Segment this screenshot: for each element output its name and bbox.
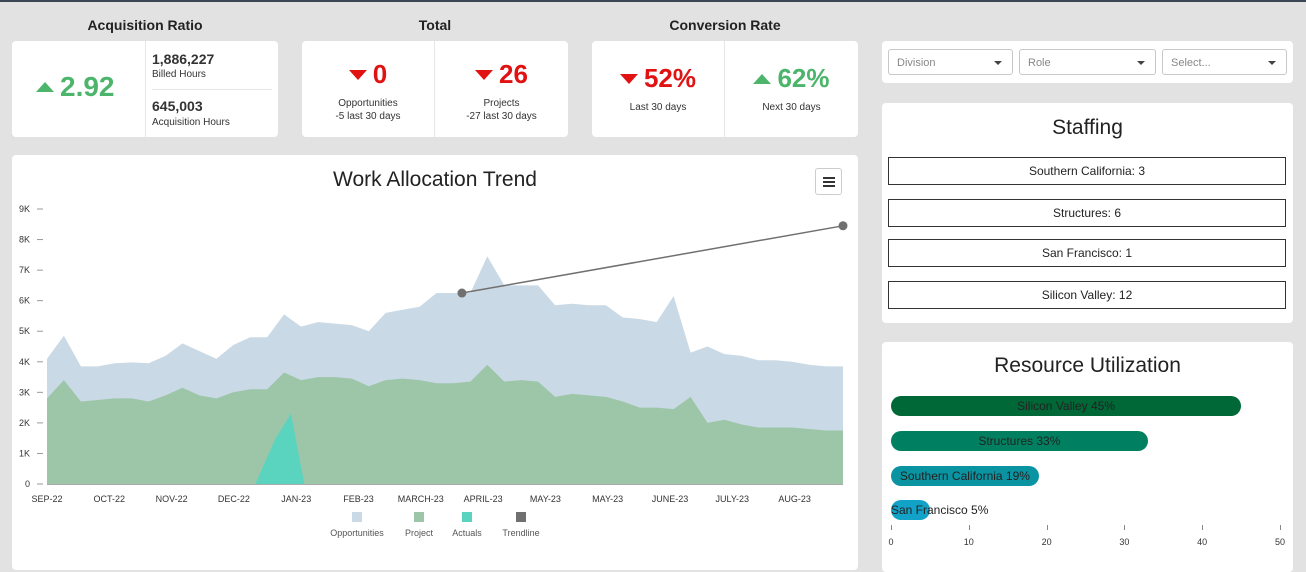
x-tick-label: DEC-22 (218, 494, 250, 504)
legend-swatch-trendline (516, 512, 526, 522)
x-tick-label: SEP-22 (31, 494, 62, 504)
y-tick-label: 0 (25, 479, 30, 489)
legend-label-trendline: Trendline (502, 528, 539, 538)
x-tick-label: MAY-23 (530, 494, 561, 504)
legend-swatch-opportunities (352, 512, 362, 522)
x-tick-label: APRIL-23 (464, 494, 503, 504)
y-tick-label: 8K (19, 235, 30, 245)
x-tick-label: FEB-23 (343, 494, 374, 504)
y-tick-label: 3K (19, 387, 30, 397)
y-tick-label: 4K (19, 357, 30, 367)
x-tick-label: JULY-23 (716, 494, 750, 504)
trendline (461, 225, 844, 294)
y-tick-label: 7K (19, 265, 30, 275)
trendline-point (457, 288, 467, 298)
y-tick-label: 2K (19, 418, 30, 428)
x-tick-label: NOV-22 (156, 494, 188, 504)
y-tick-label: 5K (19, 326, 30, 336)
x-tick-label: MARCH-23 (398, 494, 444, 504)
legend-label-actuals: Actuals (452, 528, 482, 538)
work-allocation-chart: 0 1K 2K 3K 4K 5K 6K 7K 8K 9K SEP-22 OCT-22 NOV-22 DEC… (19, 204, 848, 538)
x-tick-label: JAN-23 (281, 494, 311, 504)
x-tick-label: OCT-22 (94, 494, 126, 504)
legend-swatch-project (414, 512, 424, 522)
legend-label-opportunities: Opportunities (330, 528, 384, 538)
x-tick-label: MAY-23 (592, 494, 623, 504)
y-tick-label: 1K (19, 448, 30, 458)
x-tick-label: AUG-23 (778, 494, 811, 504)
legend-swatch-actuals (462, 512, 472, 522)
trendline-point (838, 221, 848, 231)
legend-label-project: Project (405, 528, 434, 538)
x-tick-label: JUNE-23 (652, 494, 689, 504)
y-tick-label: 9K (19, 204, 30, 214)
y-tick-label: 6K (19, 296, 30, 306)
